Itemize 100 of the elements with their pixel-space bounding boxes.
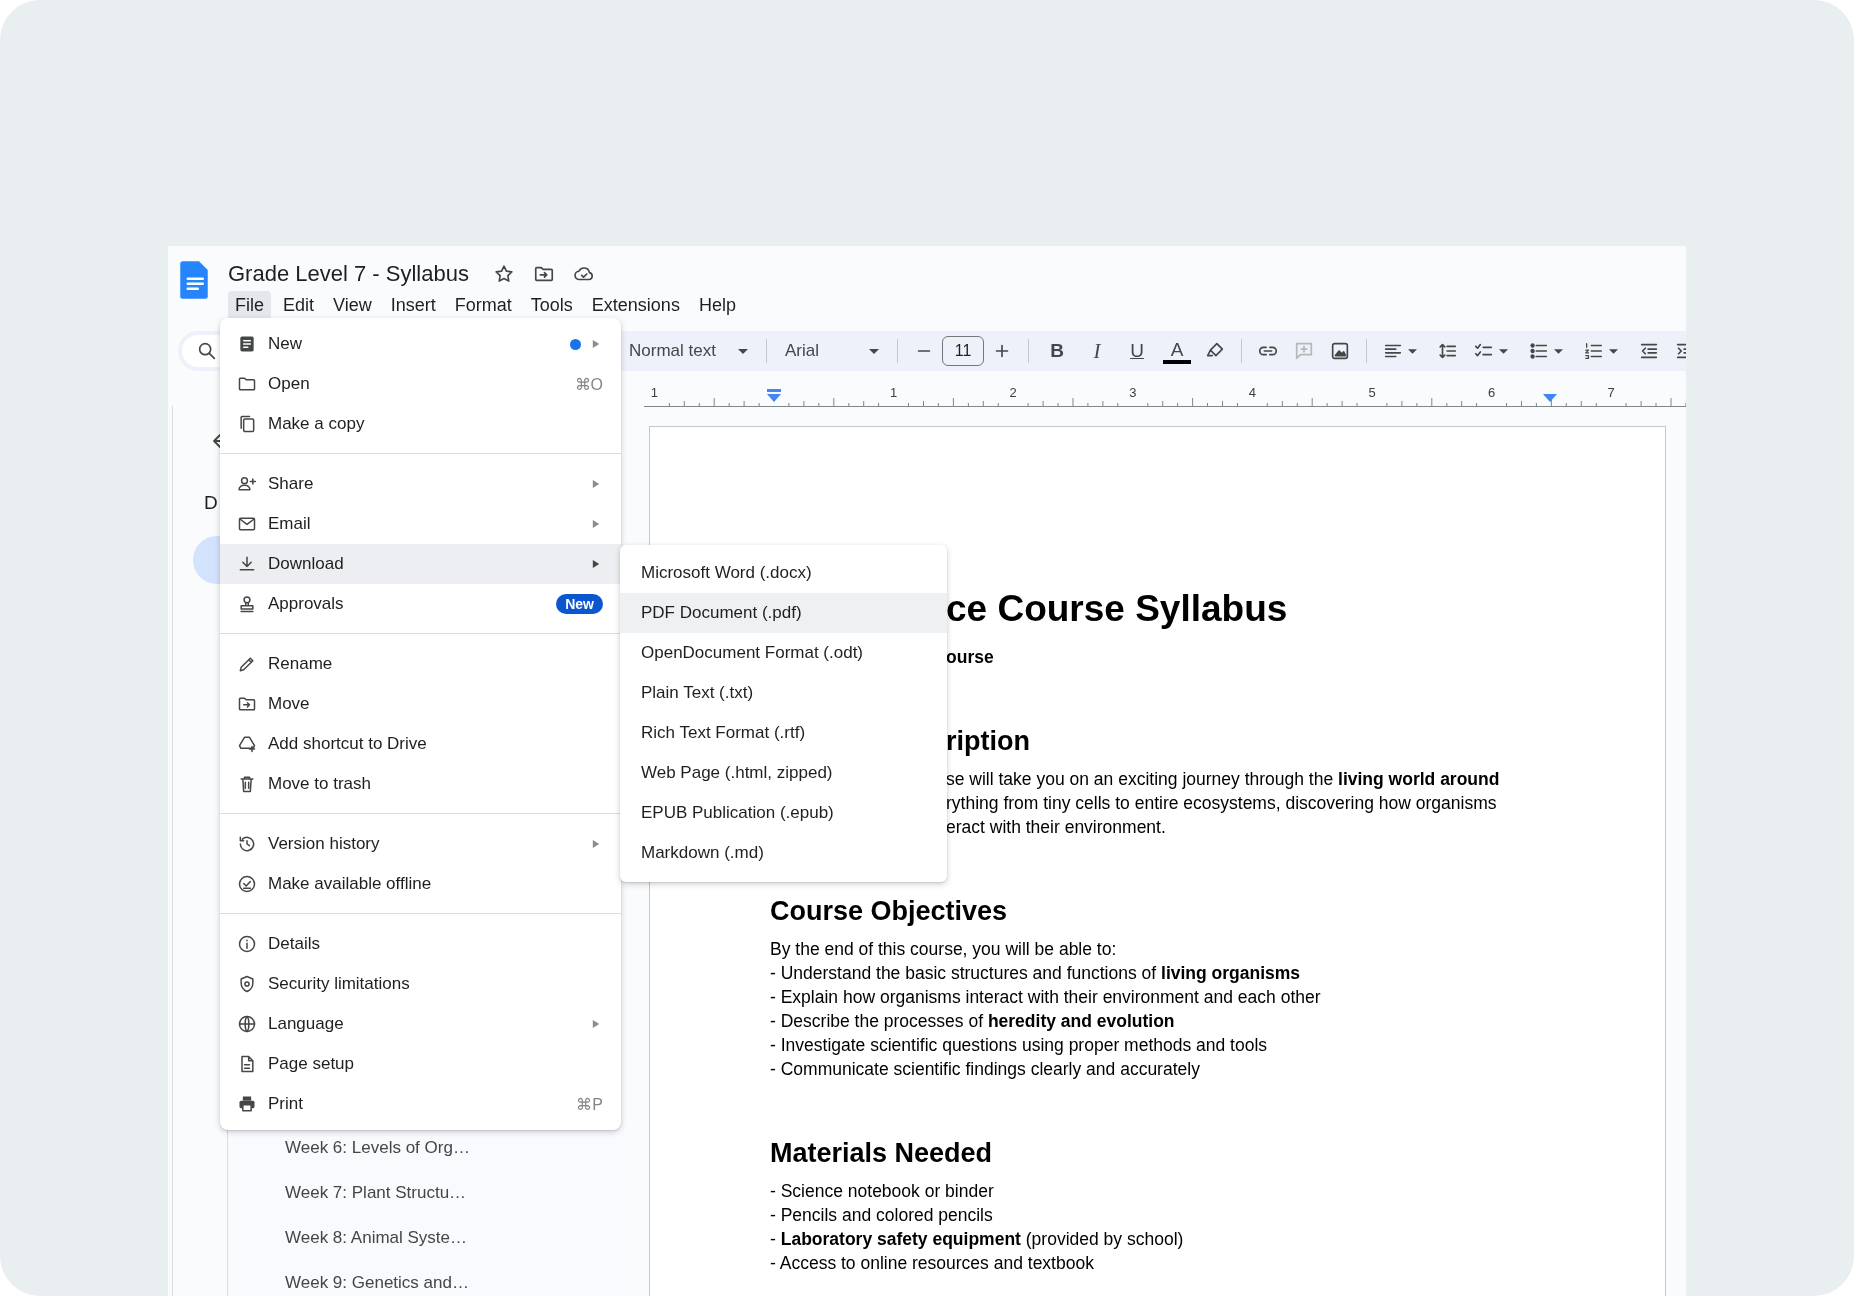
menu-bar-item[interactable]: File (228, 290, 271, 320)
text-line: rything from tiny cells to entire ecosystems, discovering how organisms (946, 792, 1497, 815)
menu-item[interactable]: EPUB Publication (.epub) (620, 793, 947, 833)
menu-item[interactable]: Email (220, 504, 621, 544)
menu-bar-item[interactable]: Insert (383, 290, 443, 320)
text-line: eract with their environment. (946, 816, 1166, 839)
person-add-icon (237, 474, 257, 494)
ruler-number: 4 (1248, 385, 1256, 400)
caret-icon[interactable] (1609, 348, 1618, 354)
caret-icon[interactable] (1499, 348, 1508, 354)
section-heading: Materials Needed (770, 1137, 993, 1170)
ruler-number: 5 (1368, 385, 1376, 400)
menu-item[interactable]: Details (220, 924, 621, 964)
menu-item[interactable]: Make available offline (220, 864, 621, 904)
text-line: - Describe the processes of heredity and evolution (770, 1010, 1175, 1033)
menu-item[interactable]: Plain Text (.txt) (620, 673, 947, 713)
menu-item[interactable]: Move (220, 684, 621, 724)
document-title: Grade Level 7 - Syllabus (228, 261, 469, 287)
envelope-icon (237, 514, 257, 534)
section-heading: ription (946, 725, 1030, 758)
menu-item[interactable]: Approvals New (220, 584, 621, 624)
menu-bar-item[interactable]: Extensions (584, 290, 687, 320)
menu-item[interactable]: Security limitations (220, 964, 621, 1004)
printer-icon (237, 1094, 257, 1114)
text-color-button[interactable]: A (1163, 338, 1191, 364)
stamp-icon (237, 594, 257, 614)
ruler-number: 2 (1009, 385, 1017, 400)
shortcut-hint: ⌘O (574, 374, 603, 394)
text-line: - Investigate scientific questions using proper methods and tools (770, 1034, 1268, 1057)
margin-marker[interactable] (1543, 394, 1557, 402)
history-icon (237, 834, 257, 854)
menu-item[interactable]: Language (220, 1004, 621, 1044)
menu-bar-item[interactable]: Tools (523, 290, 580, 320)
outline-item[interactable]: Week 8: Animal Syste… (228, 1215, 624, 1260)
outline-item[interactable]: Week 9: Genetics and… (228, 1260, 624, 1296)
font-size-field[interactable]: 11 (942, 336, 984, 366)
menu-item[interactable]: Rename (220, 644, 621, 684)
ruler-number: 7 (1607, 385, 1615, 400)
text-line: - Communicate scientific findings clearly and accurately (770, 1058, 1200, 1081)
menu-bar-item[interactable]: View (326, 290, 379, 320)
menu-item[interactable]: Page setup (220, 1044, 621, 1084)
menu-item[interactable]: New (220, 324, 621, 364)
menu-item[interactable]: Add shortcut to Drive (220, 724, 621, 764)
menu-bar-item[interactable]: Format (447, 290, 519, 320)
copy-icon (237, 414, 257, 434)
caret-icon (738, 348, 748, 354)
menu-item[interactable]: Rich Text Format (.rtf) (620, 713, 947, 753)
text-line: - Laboratory safety equipment (provided by school) (770, 1228, 1184, 1251)
bold-button[interactable]: B (1037, 335, 1077, 367)
text-line: - Science notebook or binder (770, 1180, 994, 1203)
text-line: se will take you on an exciting journey through the living world around (946, 768, 1500, 791)
caret-icon[interactable] (1554, 348, 1563, 354)
doc-icon (237, 334, 257, 354)
folder-arrow-icon (237, 694, 257, 714)
section-heading: Course Objectives (770, 895, 1008, 928)
bulleted-list-icon[interactable] (1528, 340, 1550, 362)
download-icon (237, 554, 257, 574)
triangle-plus-icon (237, 734, 257, 754)
document-title-text: ce Course Syllabus (946, 587, 1288, 631)
menu-item[interactable]: Share (220, 464, 621, 504)
menu-item[interactable]: Download (220, 544, 621, 584)
menu-bar-item[interactable]: Edit (276, 290, 322, 320)
image-icon[interactable] (1329, 340, 1351, 362)
font-dropdown[interactable]: Arial (779, 335, 889, 367)
text-line: - Understand the basic structures and functions of living organisms (770, 962, 1301, 985)
paragraph-style-dropdown[interactable]: Normal text (623, 335, 758, 367)
folder-icon (237, 374, 257, 394)
numbered-list-icon[interactable] (1583, 340, 1605, 362)
menu-item[interactable]: Print ⌘P (220, 1084, 621, 1124)
menu-item[interactable]: Markdown (.md) (620, 833, 947, 873)
indent-marker[interactable] (767, 389, 781, 402)
star-icon[interactable] (492, 263, 515, 285)
menu-item[interactable]: PDF Document (.pdf) (620, 593, 947, 633)
menu-item[interactable]: Microsoft Word (.docx) (620, 553, 947, 593)
info-icon (237, 934, 257, 954)
shortcut-hint: ⌘P (576, 1094, 603, 1114)
text-line: - Explain how organisms interact with their environment and each other (770, 986, 1321, 1009)
menu-bar-item[interactable]: Help (691, 290, 743, 320)
globe-icon (237, 1014, 257, 1034)
menu-item[interactable]: OpenDocument Format (.odt) (620, 633, 947, 673)
ruler-number: 1 (650, 385, 658, 400)
underline-button[interactable]: U (1117, 335, 1157, 367)
text-line: - Pencils and colored pencils (770, 1204, 993, 1227)
new-badge: New (556, 594, 603, 614)
search-icon (196, 340, 218, 362)
ruler-number: 3 (1129, 385, 1137, 400)
menu-item[interactable]: Move to trash (220, 764, 621, 804)
subtitle-text: ourse (946, 646, 994, 669)
check-circle-icon (237, 874, 257, 894)
menu-item[interactable]: Version history (220, 824, 621, 864)
menu-item[interactable]: Web Page (.html, zipped) (620, 753, 947, 793)
shield-icon (237, 974, 257, 994)
sidebar-heading: D (204, 492, 219, 514)
text-line: - Access to online resources and textbook (770, 1252, 1094, 1275)
menu-item[interactable]: Make a copy (220, 404, 621, 444)
italic-button[interactable]: I (1077, 335, 1117, 367)
menu-item[interactable]: Open ⌘O (220, 364, 621, 404)
outline-item[interactable]: Week 7: Plant Structu… (228, 1170, 624, 1215)
caret-icon[interactable] (1408, 348, 1417, 354)
caret-icon (869, 348, 879, 354)
